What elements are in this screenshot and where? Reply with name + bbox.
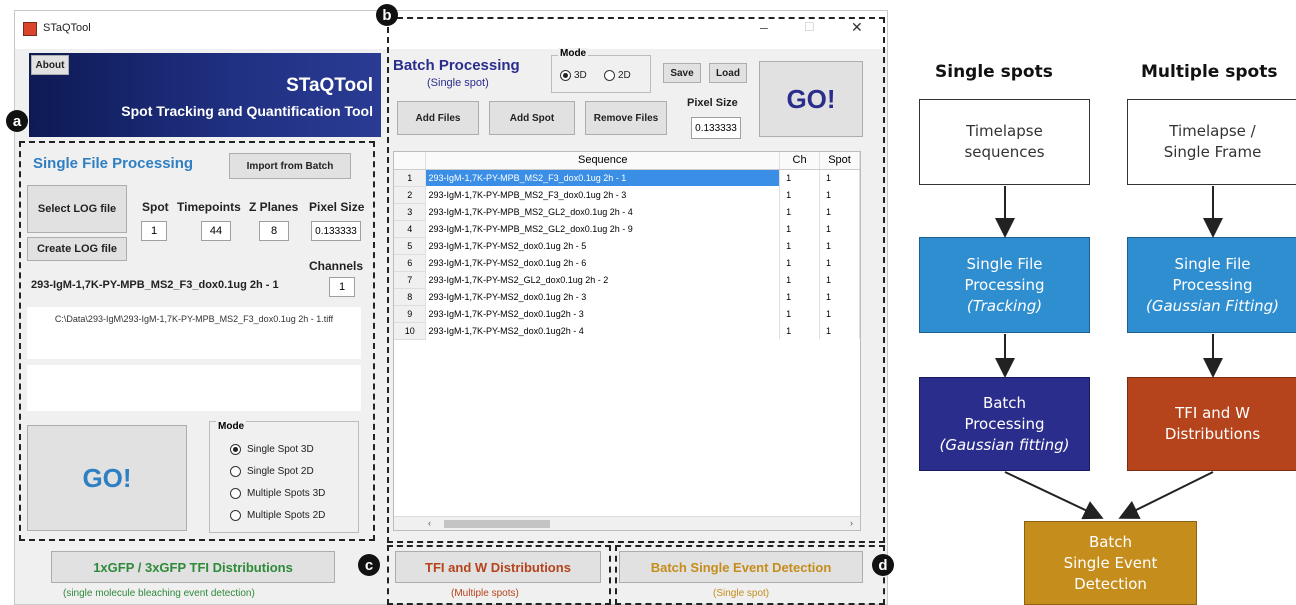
arrow-batch-to-bsed [1004, 471, 1104, 520]
arrow-tfi-to-bsed [1118, 471, 1214, 519]
flow-arrows [995, 186, 1223, 520]
